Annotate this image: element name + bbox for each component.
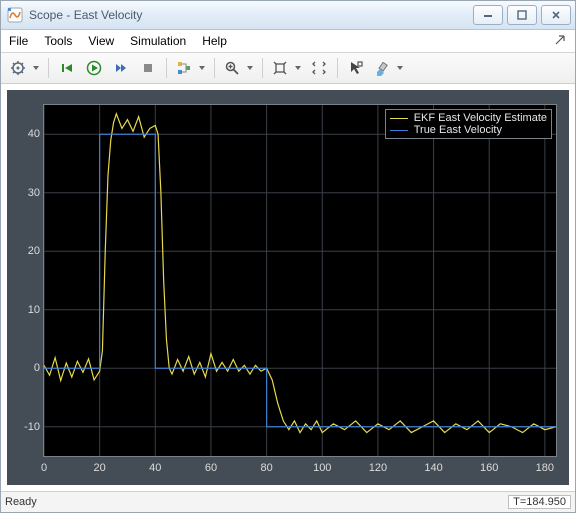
menu-simulation[interactable]: Simulation <box>130 34 186 48</box>
app-icon <box>7 7 23 23</box>
menubar: File Tools View Simulation Help <box>1 30 575 53</box>
status-ready: Ready <box>5 496 37 508</box>
legend-entry-ekf: EKF East Velocity Estimate <box>390 112 547 124</box>
cursor-measure-button[interactable] <box>344 56 368 80</box>
highlight-button[interactable] <box>371 56 406 80</box>
y-tick-label: 10 <box>14 304 40 316</box>
separator <box>214 58 215 78</box>
separator <box>262 58 263 78</box>
x-tick-label: 100 <box>313 462 331 474</box>
y-tick-label: 0 <box>14 362 40 374</box>
close-button[interactable] <box>541 5 571 25</box>
stop-button[interactable] <box>136 56 160 80</box>
menu-view[interactable]: View <box>88 34 114 48</box>
dock-icon[interactable] <box>555 34 565 48</box>
settings-button[interactable] <box>7 56 42 80</box>
legend-swatch-icon <box>390 130 408 131</box>
plot-container: EKF East Velocity Estimate True East Vel… <box>1 84 575 491</box>
x-tick-label: 120 <box>369 462 387 474</box>
y-tick-label: -10 <box>14 421 40 433</box>
menu-help[interactable]: Help <box>202 34 227 48</box>
y-tick-label: 30 <box>14 187 40 199</box>
maximize-button[interactable] <box>507 5 537 25</box>
step-forward-button[interactable] <box>109 56 133 80</box>
legend[interactable]: EKF East Velocity Estimate True East Vel… <box>385 109 552 139</box>
y-tick-label: 40 <box>14 128 40 140</box>
x-tick-label: 40 <box>149 462 161 474</box>
autoscale-button[interactable] <box>269 56 304 80</box>
legend-swatch-icon <box>390 118 408 119</box>
titlebar: Scope - East Velocity <box>1 1 575 30</box>
x-tick-label: 160 <box>480 462 498 474</box>
plot-axes[interactable]: EKF East Velocity Estimate True East Vel… <box>43 104 557 457</box>
separator <box>166 58 167 78</box>
menu-file[interactable]: File <box>9 34 28 48</box>
zoom-button[interactable] <box>221 56 256 80</box>
plot-outer: EKF East Velocity Estimate True East Vel… <box>7 90 569 485</box>
x-tick-label: 180 <box>536 462 554 474</box>
run-button[interactable] <box>82 56 106 80</box>
legend-label: EKF East Velocity Estimate <box>414 112 547 124</box>
y-tick-label: 20 <box>14 245 40 257</box>
minimize-button[interactable] <box>473 5 503 25</box>
x-tick-label: 140 <box>424 462 442 474</box>
separator <box>337 58 338 78</box>
legend-entry-true: True East Velocity <box>390 124 547 136</box>
status-time: T=184.950 <box>508 495 571 509</box>
x-tick-label: 60 <box>205 462 217 474</box>
restore-axes-button[interactable] <box>307 56 331 80</box>
scope-window: Scope - East Velocity File Tools View Si… <box>0 0 576 513</box>
legend-label: True East Velocity <box>414 124 502 136</box>
menu-tools[interactable]: Tools <box>44 34 72 48</box>
triggers-button[interactable] <box>173 56 208 80</box>
x-tick-label: 0 <box>41 462 47 474</box>
window-title: Scope - East Velocity <box>29 8 469 22</box>
x-tick-label: 20 <box>94 462 106 474</box>
separator <box>48 58 49 78</box>
x-tick-label: 80 <box>260 462 272 474</box>
toolbar <box>1 53 575 84</box>
plot-canvas <box>44 105 556 456</box>
step-back-button[interactable] <box>55 56 79 80</box>
statusbar: Ready T=184.950 <box>1 491 575 512</box>
